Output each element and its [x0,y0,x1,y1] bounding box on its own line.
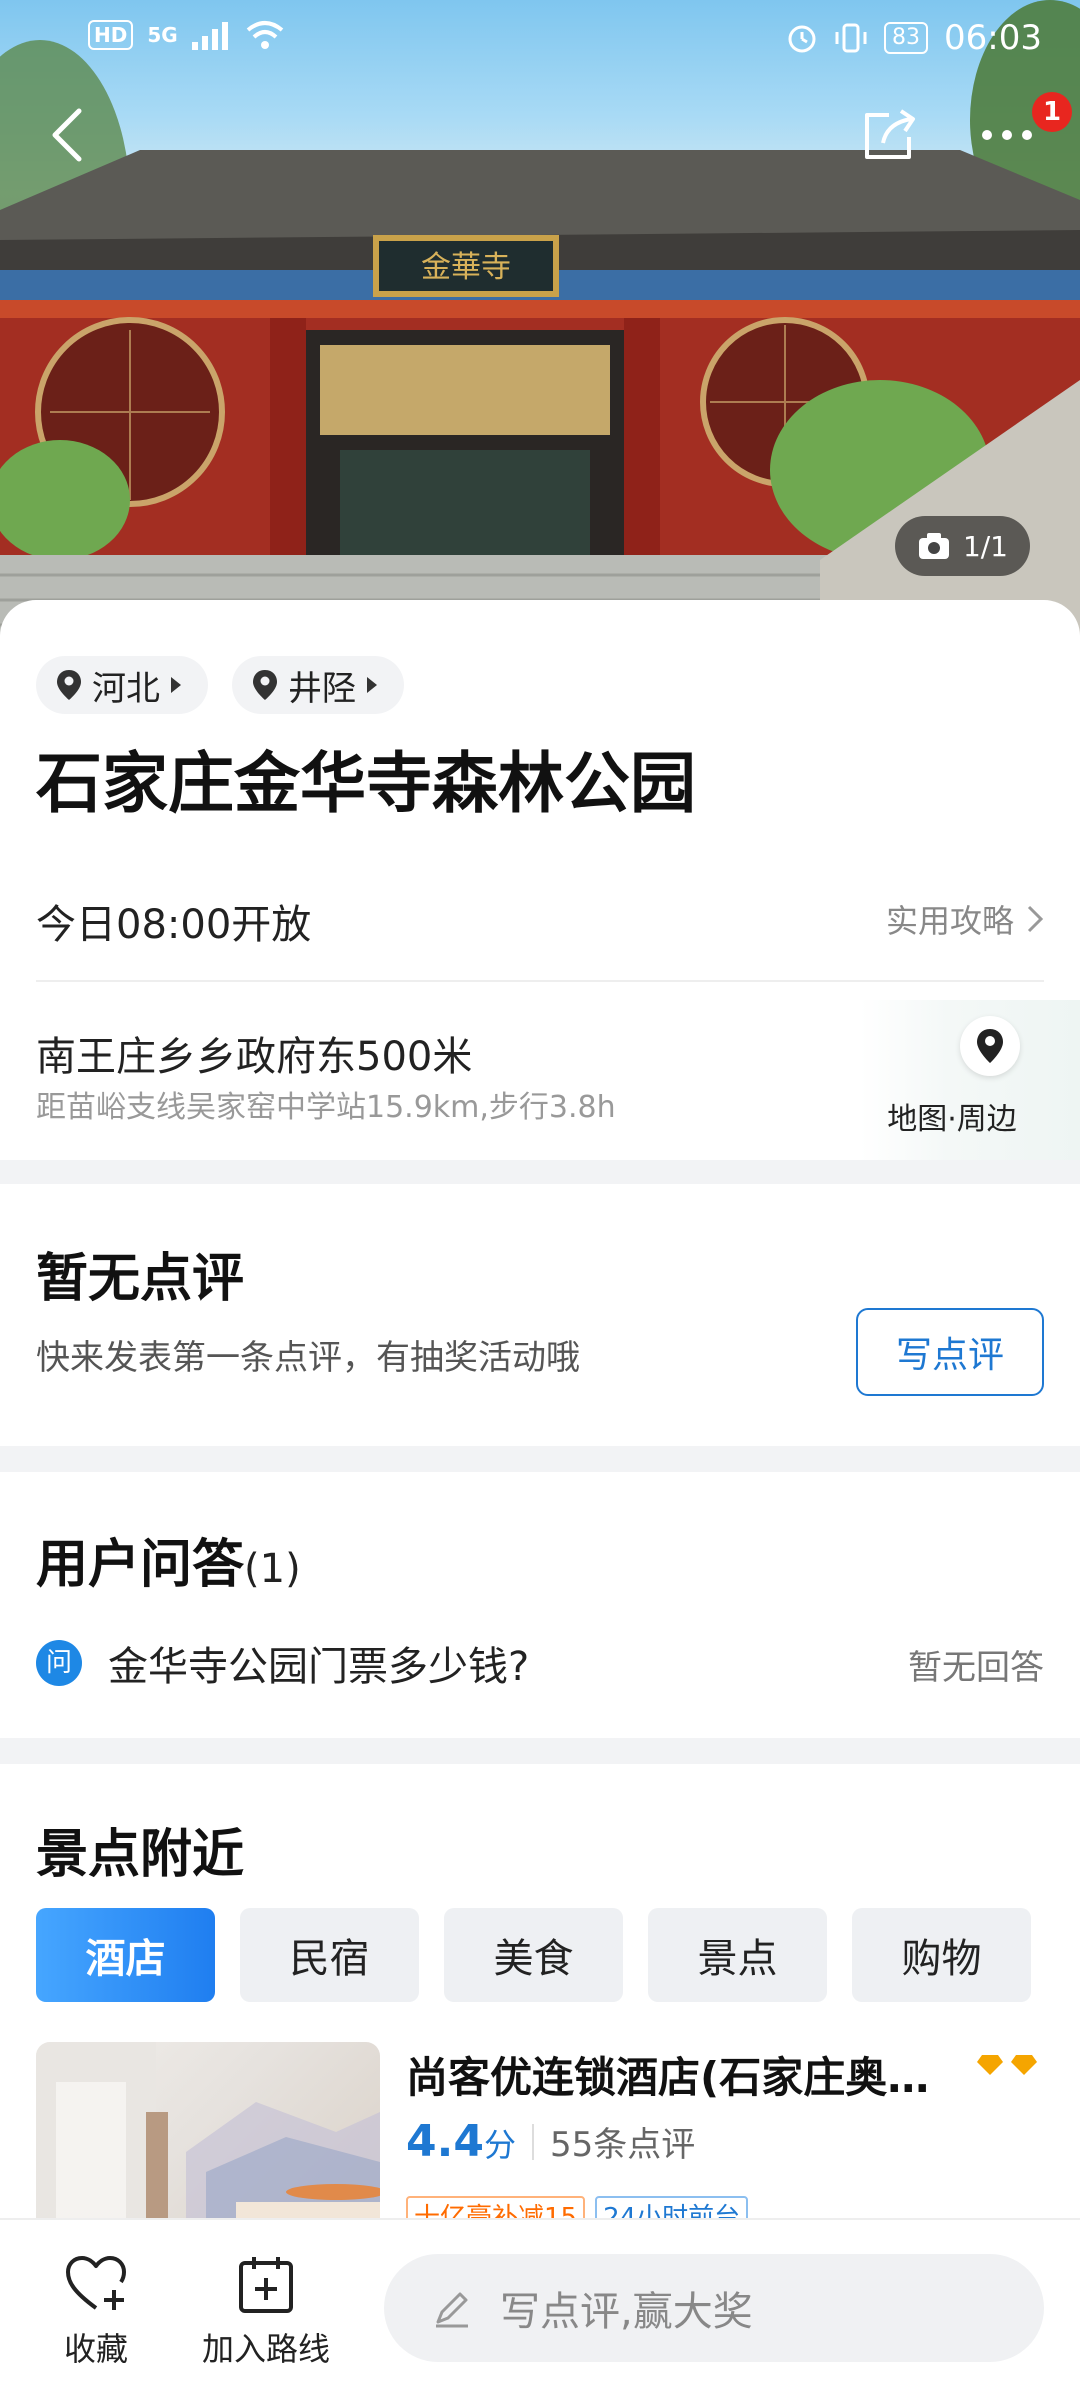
status-bar: HD 5G 83 06:03 [0,0,1080,80]
chevron-right-icon [1027,905,1044,933]
diamond-icon [977,2055,1003,2075]
divider [36,980,1044,982]
qa-title: 用户问答(1) [36,1522,301,1597]
back-button[interactable] [22,90,112,180]
favorite-button[interactable]: 收藏 [26,2254,166,2370]
map-nearby-label: 地图·周边 [887,1102,1017,1137]
tab-hotel[interactable]: 酒店 [36,1908,215,2002]
hotel-thumbnail[interactable] [36,2042,380,2224]
place-info-card: 河北 井陉 石家庄金华寺森林公园 今日08:00开放 实用攻略 南王庄乡乡政府东… [0,600,1080,1160]
nearby-section: 景点附近 酒店 民宿 美食 景点 购物 尚客优连锁酒店(石家庄奥… 4.4分 5… [0,1764,1080,2224]
add-to-route-button[interactable]: 加入路线 [196,2254,336,2370]
qa-count: (1) [244,1546,301,1592]
opening-hours-row: 今日08:00开放 实用攻略 [36,892,1044,950]
location-chip-province[interactable]: 河北 [36,656,208,714]
location-pin-icon [253,670,277,700]
signal-icon [191,22,228,50]
question-icon: 问 [36,1640,82,1686]
favorite-label: 收藏 [63,2330,128,2368]
hd-indicator: HD [88,20,134,50]
clock: 06:03 [944,18,1042,58]
svg-text:金華寺: 金華寺 [421,250,511,285]
divider [531,2123,534,2160]
tab-homestay[interactable]: 民宿 [240,1908,419,2002]
hero-toolbar [0,90,1080,200]
heart-add-icon [66,2256,126,2310]
photo-counter[interactable]: 1/1 [894,516,1030,576]
vibrate-icon [835,23,867,53]
bottom-action-bar: 收藏 加入路线 写点评,赢大奖 [0,2218,1080,2402]
hotel-name[interactable]: 尚客优连锁酒店(石家庄奥… [406,2044,966,2105]
alarm-icon [788,25,816,53]
transit-distance: 距苗峪支线吴家窑中学站15.9km,步行3.8h [36,1090,616,1125]
hotel-rating-row: 4.4分 55条点评 [406,2116,695,2167]
nearby-tabs: 酒店 民宿 美食 景点 购物 [36,1908,1031,2002]
qa-question: 金华寺公园门票多少钱? [108,1644,530,1690]
hotel-score-unit: 分 [483,2126,516,2164]
map-pin-icon [977,1029,1003,1063]
hotel-review-count: 55条点评 [549,2125,696,2165]
caret-right-icon [171,677,181,693]
tab-food[interactable]: 美食 [444,1908,623,2002]
location-chips: 河北 井陉 [36,656,404,714]
wifi-icon [246,21,283,49]
comment-placeholder: 写点评,赢大奖 [500,2289,753,2335]
write-review-button[interactable]: 写点评 [856,1308,1044,1396]
caret-right-icon [367,677,377,693]
opening-hours: 今日08:00开放 [36,902,312,948]
location-chip-label: 河北 [92,668,160,709]
qa-item[interactable]: 问 金华寺公园门票多少钱? 暂无回答 [36,1632,1044,1692]
photo-counter-text: 1/1 [962,529,1008,563]
camera-icon [918,533,949,559]
back-arrow-icon [52,108,82,162]
hotel-score-wrap: 4.4分 [406,2116,516,2167]
add-to-route-label: 加入路线 [201,2330,330,2368]
notification-badge: 1 [1032,92,1072,132]
hotel-room-image [36,2042,380,2224]
pencil-icon [436,2292,468,2328]
qa-answer-status: 暂无回答 [908,1648,1044,1688]
location-chip-label: 井陉 [288,668,356,709]
tab-shopping[interactable]: 购物 [852,1908,1031,2002]
write-comment-input[interactable]: 写点评,赢大奖 [384,2254,1044,2362]
share-button[interactable] [844,90,934,180]
address: 南王庄乡乡政府东500米 [36,1034,473,1080]
battery-indicator: 83 [884,22,929,54]
share-icon [865,109,915,159]
calendar-add-icon [239,2257,293,2313]
hotel-diamond-rating [976,2054,1038,2076]
hero-photo[interactable]: 金華寺 HD 5G 83 06:03 1 1/1 [0,0,1080,640]
diamond-icon [1011,2055,1037,2075]
reviews-title: 暂无点评 [36,1249,245,1309]
more-dots-icon [982,130,1032,140]
map-nearby-button[interactable]: 地图·周边 [860,1000,1080,1160]
reviews-section: 暂无点评 快来发表第一条点评，有抽奖活动哦 写点评 [0,1184,1080,1446]
qa-title-text: 用户问答 [36,1535,245,1595]
nearby-title: 景点附近 [36,1825,245,1885]
network-type: 5G [147,23,178,47]
reviews-subtitle: 快来发表第一条点评，有抽奖活动哦 [36,1338,580,1378]
location-pin-icon [57,670,81,700]
practical-guide-link[interactable]: 实用攻略 [886,896,1044,942]
qa-section: 用户问答(1) 问 金华寺公园门票多少钱? 暂无回答 [0,1472,1080,1738]
tab-attractions[interactable]: 景点 [648,1908,827,2002]
location-chip-county[interactable]: 井陉 [232,656,404,714]
map-pin-badge [960,1016,1020,1076]
hotel-score: 4.4 [406,2116,484,2167]
place-title: 石家庄金华寺森林公园 [36,745,696,822]
practical-guide-label: 实用攻略 [885,902,1014,940]
